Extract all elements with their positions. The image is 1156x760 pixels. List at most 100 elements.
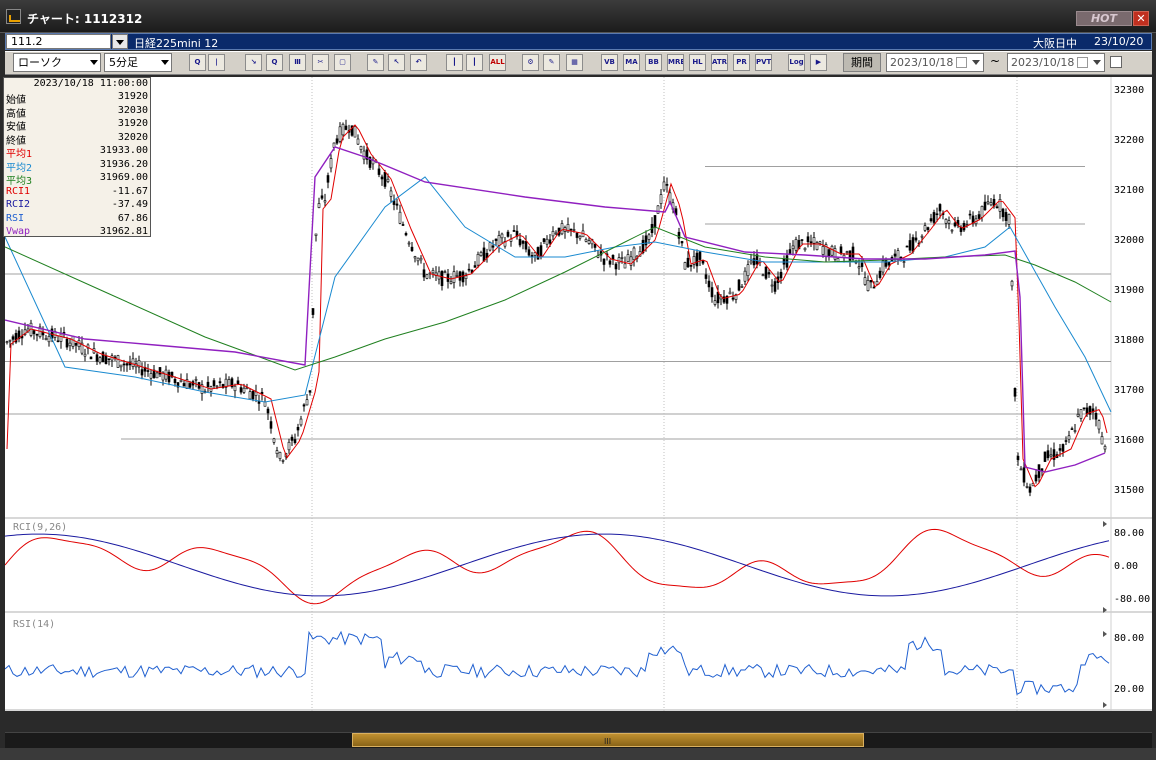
candle-body [215, 385, 219, 388]
lock-icon[interactable]: ▢ [334, 54, 351, 71]
candle-body [458, 271, 462, 281]
candle-body [554, 232, 558, 235]
candle-body [302, 404, 306, 407]
info-label: RSI [6, 212, 25, 224]
chevron-down-icon [972, 60, 980, 69]
candle-body [878, 270, 882, 278]
candle-body [278, 452, 282, 459]
ma-icon[interactable]: MA [623, 54, 640, 71]
candle-body [866, 279, 870, 292]
calendar-check-icon[interactable] [1077, 57, 1088, 68]
chart-area[interactable]: 32300 32200 32100 32000 31900 31800 31700 31600… [4, 77, 1152, 728]
date-from-input[interactable]: 2023/10/18 [886, 53, 984, 72]
date-to-input[interactable]: 2023/10/18 [1007, 53, 1105, 72]
pr-icon[interactable]: PR [733, 54, 750, 71]
period-button[interactable]: 期間 [843, 53, 881, 72]
candle-body [551, 231, 555, 237]
window-title: チャート: 1112312 [27, 12, 143, 26]
log-icon[interactable]: Log [788, 54, 805, 71]
candle-body [983, 201, 987, 211]
candle-body [881, 260, 885, 273]
candle-body [569, 228, 573, 231]
candle-body [548, 239, 552, 244]
candle-b-icon[interactable]: ┃ [466, 54, 483, 71]
candle-body [875, 281, 879, 285]
undo-icon[interactable]: ↶ [410, 54, 427, 71]
draw-line-icon[interactable]: ↘ [245, 54, 262, 71]
symbol-code-input[interactable]: 111.2 [6, 34, 111, 49]
candle-body [914, 237, 918, 241]
pen-icon[interactable]: ✎ [367, 54, 384, 71]
atr-icon[interactable]: ATR [711, 54, 728, 71]
scissors-icon[interactable]: ✂ [312, 54, 329, 71]
candle-body [863, 277, 867, 285]
all-icon[interactable]: ALL [489, 54, 506, 71]
candle-body [1025, 486, 1029, 488]
bb-icon[interactable]: BB [645, 54, 662, 71]
candle-body [125, 363, 129, 366]
candle-body [104, 355, 108, 364]
palette-icon[interactable]: ▦ [566, 54, 583, 71]
candle-body [464, 275, 468, 280]
calendar-check-icon[interactable] [956, 57, 967, 68]
settings-icon[interactable]: ⚙ [522, 54, 539, 71]
candle-body [212, 380, 216, 387]
arrow-cursor-icon[interactable]: ↖ [388, 54, 405, 71]
candle-body [482, 247, 486, 262]
title-bar[interactable]: チャート: 1112312 HOT ✕ [0, 0, 1156, 33]
export-icon[interactable]: ▶ [810, 54, 827, 71]
rci-title: RCI(9,26) [13, 522, 67, 533]
pvt-icon[interactable]: PVT [755, 54, 772, 71]
candle-body [887, 261, 891, 266]
candle-body [362, 150, 366, 160]
candle-body [944, 219, 948, 224]
candle-body [971, 215, 975, 224]
candle-body [731, 297, 735, 300]
zoom-icon[interactable]: Q [189, 54, 206, 71]
candle-body [329, 158, 333, 169]
price-tick-label: 32200 [1114, 135, 1144, 146]
close-button[interactable]: ✕ [1133, 11, 1149, 26]
interval-select[interactable]: 5分足 [104, 53, 172, 72]
info-value: 31933.00 [99, 145, 148, 156]
symbol-dropdown-button[interactable] [112, 34, 128, 49]
candle-body [707, 280, 711, 288]
candle-body [467, 268, 471, 271]
candle-body [857, 266, 861, 269]
candle-body [521, 240, 525, 244]
volume-icon[interactable]: VB [601, 54, 618, 71]
candle-body [236, 380, 240, 385]
chart-canvas[interactable]: 32300 32200 32100 32000 31900 31800 31700 31600… [4, 77, 1152, 728]
candle-a-icon[interactable]: ┃ [446, 54, 463, 71]
candle-body [239, 387, 243, 393]
candle-body [1001, 208, 1005, 218]
info-value: 32020 [117, 131, 148, 143]
mre-icon[interactable]: MRE [667, 54, 684, 71]
candle-body [98, 357, 102, 363]
candle-body [545, 238, 549, 245]
candle-body [101, 351, 105, 363]
info-value: 32030 [117, 104, 148, 116]
candle-body [839, 246, 843, 255]
vwap-line [4, 146, 1106, 473]
candle-body [1022, 467, 1026, 483]
search-chart-icon[interactable]: Q [266, 54, 283, 71]
hot-button[interactable]: HOT [1076, 11, 1132, 26]
hl-icon[interactable]: HL [689, 54, 706, 71]
candle-body [341, 123, 345, 136]
brush-icon[interactable]: ✎ [543, 54, 560, 71]
chart-gridlines [5, 77, 1152, 711]
chart-type-select[interactable]: ローソク [13, 53, 101, 72]
candle-body [1046, 450, 1050, 459]
candle-body [74, 342, 78, 346]
chart-app-icon [6, 9, 21, 24]
cursor-split-icon[interactable]: | [208, 54, 225, 71]
candle-body [491, 245, 495, 248]
info-value: 31920 [117, 118, 148, 129]
candle-body [761, 274, 765, 277]
range-checkbox[interactable] [1110, 56, 1122, 68]
bar-compare-icon[interactable]: Ⅲ [289, 54, 306, 71]
candle-body [584, 239, 588, 242]
candle-body [830, 245, 834, 256]
candle-body [281, 460, 285, 462]
